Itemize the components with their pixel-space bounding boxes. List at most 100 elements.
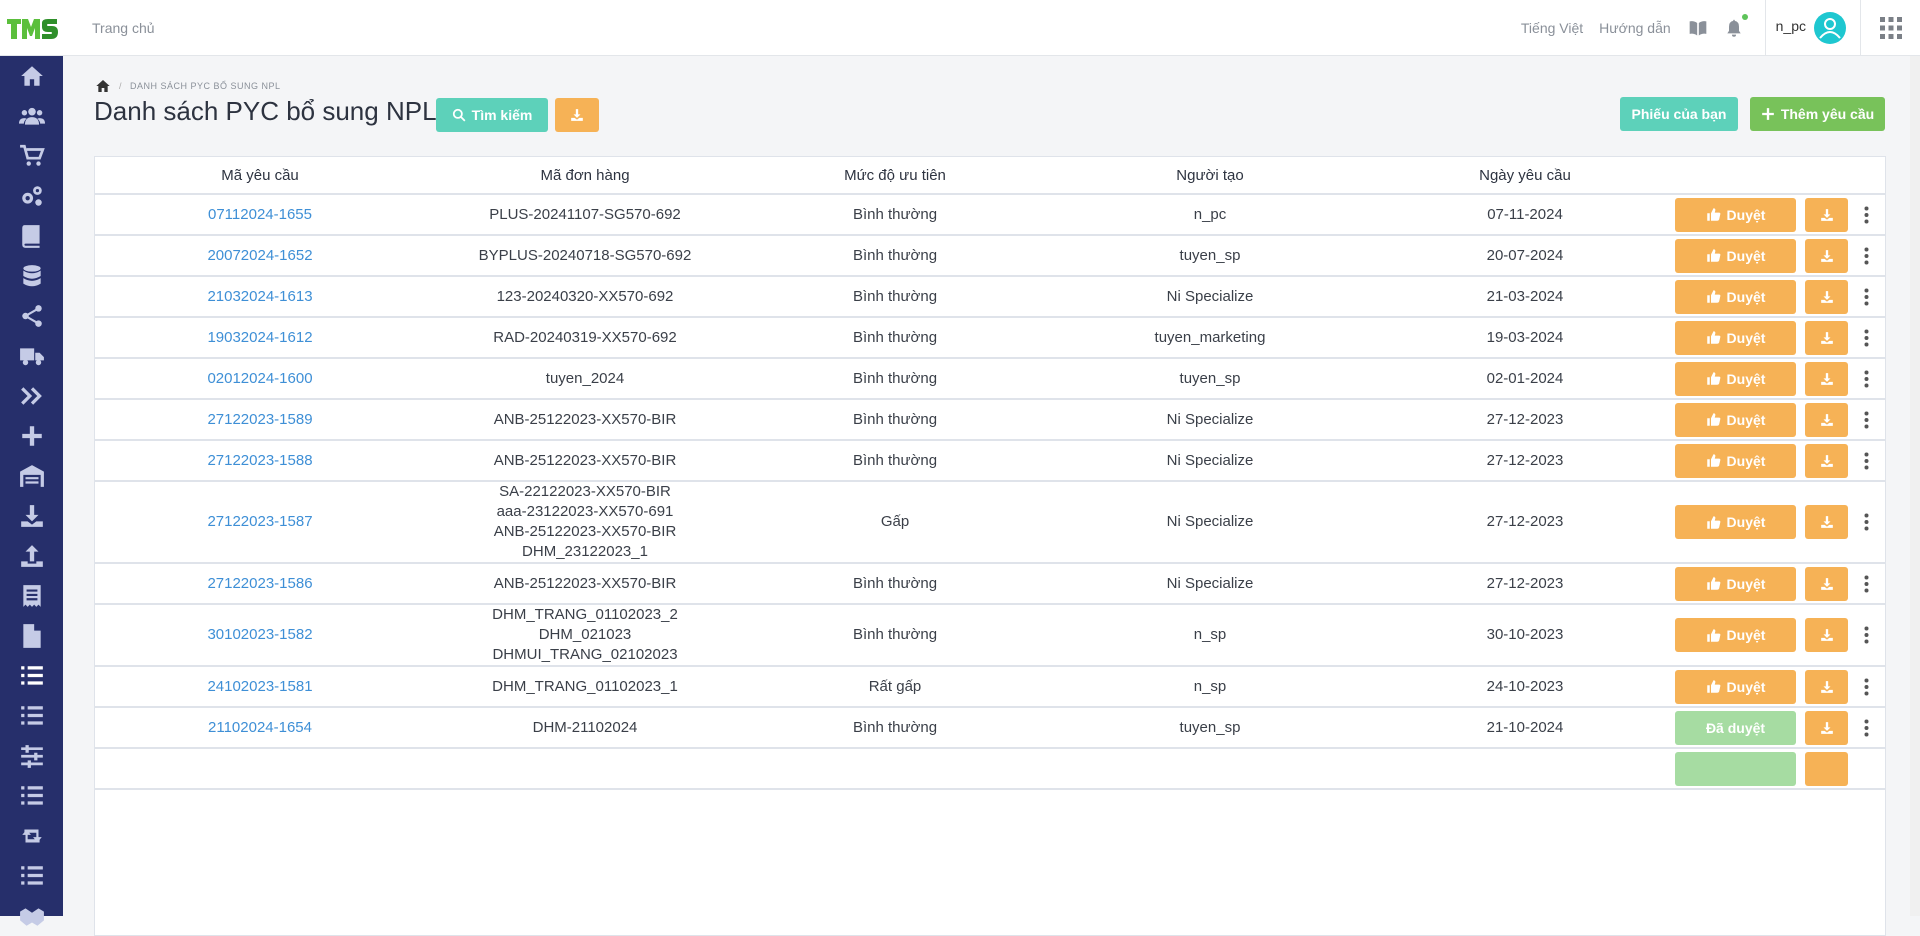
approve-button[interactable]: Duyệt [1675, 197, 1796, 232]
user-name[interactable]: n_pc [1776, 18, 1806, 34]
database-icon[interactable] [0, 256, 63, 296]
actions-cell: Duyệt [1675, 194, 1885, 236]
approve-button[interactable]: Duyệt [1675, 669, 1796, 704]
approve-label: Duyệt [1726, 627, 1766, 643]
download-icon [1820, 208, 1833, 221]
list-icon[interactable] [0, 696, 63, 736]
request-code-link[interactable]: 19032024-1612 [95, 317, 425, 359]
book-icon[interactable] [1687, 17, 1709, 39]
approve-button[interactable]: Duyệt [1675, 361, 1796, 396]
request-code-link[interactable]: 20072024-1652 [95, 235, 425, 277]
row-download-button[interactable] [1805, 238, 1848, 273]
row-download-button[interactable] [1805, 566, 1848, 601]
more-options-icon[interactable] [1852, 239, 1880, 273]
receipt-icon[interactable] [0, 576, 63, 616]
request-code-link[interactable]: 27122023-1586 [95, 563, 425, 605]
gears-icon[interactable] [0, 176, 63, 216]
order-code: ANB-25122023-XX570-BIR [493, 451, 677, 469]
row-download-button[interactable] [1805, 751, 1848, 786]
search-button[interactable]: Tìm kiếm [436, 98, 548, 132]
more-options-icon[interactable] [1852, 198, 1880, 232]
export-button[interactable] [555, 98, 599, 132]
book-icon[interactable] [0, 216, 63, 256]
avatar[interactable] [1814, 11, 1846, 44]
more-options-icon[interactable] [1852, 505, 1880, 539]
more-options-icon[interactable] [1852, 444, 1880, 478]
row-download-button[interactable] [1805, 279, 1848, 314]
request-code-link[interactable]: 27122023-1587 [95, 481, 425, 564]
warehouse-icon[interactable] [0, 456, 63, 496]
priority-cell: Bình thường [745, 440, 1045, 482]
more-options-icon[interactable] [1852, 670, 1880, 704]
apps-grid-icon[interactable] [1860, 0, 1920, 56]
more-options-icon[interactable] [1852, 403, 1880, 437]
approve-button[interactable] [1675, 751, 1796, 786]
scrollbar[interactable] [1910, 56, 1920, 916]
row-download-button[interactable] [1805, 669, 1848, 704]
app-logo[interactable] [0, 0, 63, 56]
more-options-icon[interactable] [1852, 618, 1880, 652]
list-icon[interactable] [0, 776, 63, 816]
language-selector[interactable]: Tiếng Việt [1521, 20, 1583, 36]
more-options-icon[interactable] [1852, 711, 1880, 745]
approve-button[interactable]: Duyệt [1675, 443, 1796, 478]
row-download-button[interactable] [1805, 361, 1848, 396]
more-options-icon[interactable] [1852, 280, 1880, 314]
column-header-priority[interactable]: Mức độ ưu tiên [745, 157, 1045, 195]
truck-icon[interactable] [0, 336, 63, 376]
plus-icon[interactable] [0, 416, 63, 456]
upload-icon[interactable] [0, 536, 63, 576]
more-options-icon[interactable] [1852, 567, 1880, 601]
home-icon[interactable] [0, 56, 63, 96]
actions-cell: Duyệt [1675, 666, 1885, 708]
request-code-link[interactable]: 24102023-1581 [95, 666, 425, 708]
bell-icon[interactable] [1723, 13, 1748, 39]
more-options-icon[interactable] [1852, 321, 1880, 355]
more-options-icon[interactable] [1852, 362, 1880, 396]
approve-button[interactable]: Duyệt [1675, 618, 1796, 652]
retweet-icon[interactable] [0, 816, 63, 856]
column-header-date[interactable]: Ngày yêu cầu [1375, 157, 1675, 195]
approve-button[interactable]: Duyệt [1675, 566, 1796, 601]
request-code-link[interactable]: 21032024-1613 [95, 276, 425, 318]
cart-icon[interactable] [0, 136, 63, 176]
row-download-button[interactable] [1805, 320, 1848, 355]
order-codes-cell: ANB-25122023-XX570-BIR [425, 563, 745, 605]
breadcrumb-current: DANH SÁCH PYC BỔ SUNG NPL [130, 81, 281, 91]
home-link[interactable]: Trang chủ [92, 20, 155, 36]
row-download-button[interactable] [1805, 505, 1848, 539]
document-icon[interactable] [0, 616, 63, 656]
column-header-order[interactable]: Mã đơn hàng [425, 157, 745, 195]
request-code-link[interactable]: 27122023-1589 [95, 399, 425, 441]
list-icon[interactable] [0, 656, 63, 696]
list-icon[interactable] [0, 856, 63, 896]
approve-button[interactable]: Duyệt [1675, 238, 1796, 273]
handshake-icon[interactable] [0, 896, 63, 936]
double-chevron-icon[interactable] [0, 376, 63, 416]
share-icon[interactable] [0, 296, 63, 336]
row-download-button[interactable] [1805, 443, 1848, 478]
my-tickets-button[interactable]: Phiếu của bạn [1620, 97, 1738, 131]
row-download-button[interactable] [1805, 710, 1848, 745]
row-download-button[interactable] [1805, 618, 1848, 652]
request-code-link[interactable]: 21102024-1654 [95, 707, 425, 749]
row-download-button[interactable] [1805, 197, 1848, 232]
request-code-link[interactable]: 30102023-1582 [95, 604, 425, 667]
request-code-link[interactable]: 27122023-1588 [95, 440, 425, 482]
approve-button[interactable]: Duyệt [1675, 320, 1796, 355]
request-code-link[interactable]: 02012024-1600 [95, 358, 425, 400]
guide-link[interactable]: Hướng dẫn [1599, 20, 1670, 36]
home-icon[interactable] [95, 78, 111, 94]
column-header-creator[interactable]: Người tạo [1045, 157, 1375, 195]
approve-button[interactable]: Duyệt [1675, 402, 1796, 437]
download-icon[interactable] [0, 496, 63, 536]
approve-button[interactable]: Duyệt [1675, 279, 1796, 314]
approve-button[interactable]: Duyệt [1675, 505, 1796, 539]
users-icon[interactable] [0, 96, 63, 136]
request-code-link[interactable]: 07112024-1655 [95, 194, 425, 236]
approve-button[interactable]: Đã duyệt [1675, 710, 1796, 745]
add-request-button[interactable]: Thêm yêu cầu [1750, 97, 1885, 131]
column-header-code[interactable]: Mã yêu cầu [95, 157, 425, 195]
row-download-button[interactable] [1805, 402, 1848, 437]
sliders-icon[interactable] [0, 736, 63, 776]
